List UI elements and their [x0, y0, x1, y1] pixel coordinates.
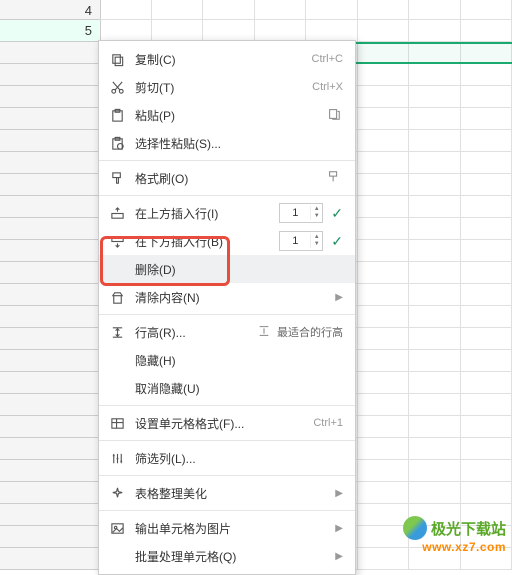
- spinner-arrows[interactable]: ▲▼: [310, 234, 322, 248]
- menu-label: 格式刷(O): [135, 170, 327, 187]
- spinner-arrows[interactable]: ▲▼: [310, 206, 322, 220]
- submenu-arrow-icon: ▶: [335, 551, 343, 562]
- separator: [99, 314, 355, 315]
- insert-above-icon: [107, 203, 127, 223]
- clear-icon: [107, 287, 127, 307]
- blank-icon: [107, 378, 127, 398]
- submenu-arrow-icon: ▶: [335, 488, 343, 499]
- separator: [99, 160, 355, 161]
- filter-icon: [107, 448, 127, 468]
- submenu-arrow-icon: ▶: [335, 523, 343, 534]
- menu-row-height[interactable]: 行高(R)... 最适合的行高: [99, 318, 355, 346]
- spinner-value: 1: [280, 207, 310, 219]
- menu-label: 清除内容(N): [135, 289, 335, 306]
- autofit-label[interactable]: 最适合的行高: [277, 324, 343, 340]
- row-height-icon: [107, 322, 127, 342]
- menu-shortcut: Ctrl+1: [313, 417, 343, 429]
- menu-label: 筛选列(L)...: [135, 450, 343, 467]
- sparkle-icon: [107, 483, 127, 503]
- format-painter-icon: [107, 168, 127, 188]
- menu-cut[interactable]: 剪切(T) Ctrl+X: [99, 73, 355, 101]
- autofit-icon[interactable]: [257, 324, 273, 340]
- watermark-url: www.xz7.com: [403, 540, 506, 554]
- menu-shortcut: Ctrl+X: [312, 81, 343, 93]
- menu-unhide[interactable]: 取消隐藏(U): [99, 374, 355, 402]
- separator: [99, 475, 355, 476]
- menu-table-beautify[interactable]: 表格整理美化 ▶: [99, 479, 355, 507]
- separator: [99, 405, 355, 406]
- copy-icon: [107, 49, 127, 69]
- submenu-arrow-icon: ▶: [335, 292, 343, 303]
- menu-label: 删除(D): [135, 261, 343, 278]
- format-painter-apply-icon[interactable]: [327, 170, 343, 186]
- cut-icon: [107, 77, 127, 97]
- row-header[interactable]: 5: [0, 20, 100, 42]
- menu-hide[interactable]: 隐藏(H): [99, 346, 355, 374]
- menu-label: 表格整理美化: [135, 485, 335, 502]
- row-count-spinner[interactable]: 1 ▲▼: [279, 231, 323, 251]
- menu-delete[interactable]: 删除(D): [99, 255, 355, 283]
- menu-format-painter[interactable]: 格式刷(O): [99, 164, 355, 192]
- blank-icon: [107, 350, 127, 370]
- menu-label: 选择性粘贴(S)...: [135, 135, 343, 152]
- blank-icon: [107, 259, 127, 279]
- format-cells-icon: [107, 413, 127, 433]
- menu-label: 取消隐藏(U): [135, 380, 343, 397]
- row-count-spinner[interactable]: 1 ▲▼: [279, 203, 323, 223]
- row-header[interactable]: 4: [0, 0, 100, 20]
- menu-label: 设置单元格格式(F)...: [135, 415, 313, 432]
- separator: [99, 510, 355, 511]
- watermark-logo-icon: [403, 516, 427, 540]
- menu-export-cells-image[interactable]: 输出单元格为图片 ▶: [99, 514, 355, 542]
- menu-copy[interactable]: 复制(C) Ctrl+C: [99, 45, 355, 73]
- menu-label: 在上方插入行(I): [135, 205, 279, 222]
- insert-below-icon: [107, 231, 127, 251]
- confirm-icon[interactable]: ✓: [331, 233, 343, 250]
- menu-batch-process[interactable]: 批量处理单元格(Q) ▶: [99, 542, 355, 570]
- menu-label: 在下方插入行(B): [135, 233, 279, 250]
- context-menu: 复制(C) Ctrl+C 剪切(T) Ctrl+X 粘贴(P) 选择性粘贴(S)…: [98, 40, 356, 575]
- menu-paste[interactable]: 粘贴(P): [99, 101, 355, 129]
- menu-label: 行高(R)...: [135, 324, 257, 341]
- row-header-column: 4 5: [0, 0, 101, 570]
- menu-clear-contents[interactable]: 清除内容(N) ▶: [99, 283, 355, 311]
- blank-icon: [107, 546, 127, 566]
- menu-insert-row-below[interactable]: 在下方插入行(B) 1 ▲▼ ✓: [99, 227, 355, 255]
- image-export-icon: [107, 518, 127, 538]
- menu-label: 复制(C): [135, 51, 312, 68]
- paste-icon: [107, 105, 127, 125]
- menu-label: 隐藏(H): [135, 352, 343, 369]
- spinner-value: 1: [280, 235, 310, 247]
- watermark: 极光下载站 www.xz7.com: [403, 516, 506, 554]
- watermark-name: 极光下载站: [431, 518, 506, 539]
- menu-label: 剪切(T): [135, 79, 312, 96]
- menu-label: 粘贴(P): [135, 107, 327, 124]
- menu-insert-row-above[interactable]: 在上方插入行(I) 1 ▲▼ ✓: [99, 199, 355, 227]
- separator: [99, 440, 355, 441]
- menu-shortcut: Ctrl+C: [312, 53, 343, 65]
- menu-label: 输出单元格为图片: [135, 520, 335, 537]
- clipboard-options-icon[interactable]: [327, 107, 343, 123]
- menu-format-cells[interactable]: 设置单元格格式(F)... Ctrl+1: [99, 409, 355, 437]
- separator: [99, 195, 355, 196]
- confirm-icon[interactable]: ✓: [331, 205, 343, 222]
- menu-filter-column[interactable]: 筛选列(L)...: [99, 444, 355, 472]
- menu-paste-special[interactable]: 选择性粘贴(S)...: [99, 129, 355, 157]
- paste-special-icon: [107, 133, 127, 153]
